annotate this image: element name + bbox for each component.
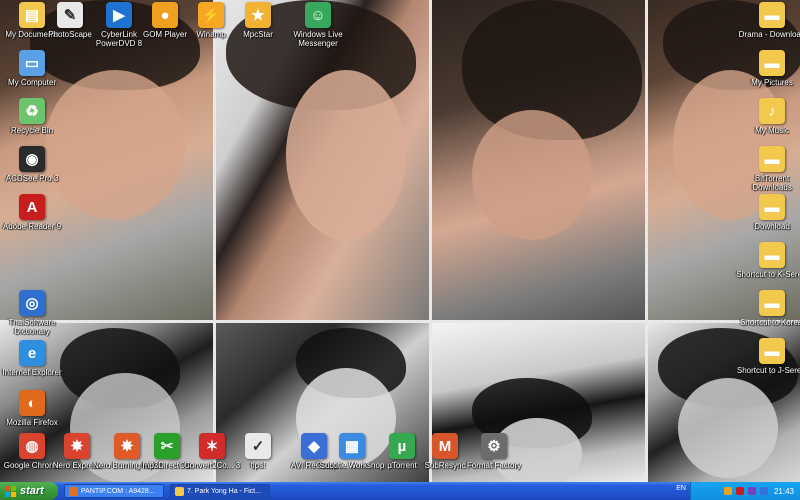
desktop-shortcut[interactable]: ▬ BitTorrent Downloads xyxy=(740,146,800,192)
chrome-icon: ◍ xyxy=(19,433,45,459)
desktop-shortcut-label: Download xyxy=(754,222,790,231)
desktop-shortcut-label: Drama - Download xyxy=(738,30,800,39)
clock[interactable]: 21:43 xyxy=(774,487,794,496)
desktop-shortcut[interactable]: A Adobe Reader 9 xyxy=(0,194,64,231)
gom-player-icon: ● xyxy=(152,2,178,28)
desktop-shortcut-label: Internet Explorer xyxy=(2,368,62,377)
language-indicator[interactable]: EN xyxy=(676,485,686,492)
folder-icon: ▬ xyxy=(759,2,785,28)
desktop-shortcut[interactable]: ▬ Shortcut to J-Sereis xyxy=(737,338,800,375)
folder-music-icon: ♪ xyxy=(759,98,785,124)
taskbar-button-folder[interactable]: 7. Park Yong Ha - Fict... xyxy=(170,484,270,498)
taskbar: start PANTIP.COM : A9428... 7. Park Yong… xyxy=(0,482,800,500)
messenger-icon: ☺ xyxy=(305,2,331,28)
desktop-shortcut[interactable]: ▭ My Computer xyxy=(0,50,64,87)
desktop-shortcut[interactable]: ☺ Windows Live Messenger xyxy=(286,2,350,48)
wallpaper-photo-3 xyxy=(432,0,645,320)
desktop-shortcut[interactable]: ♪ My Music xyxy=(740,98,800,135)
converter-icon: ✶ xyxy=(199,433,225,459)
winamp-icon: ⚡ xyxy=(198,2,224,28)
desktop-shortcut[interactable]: ⚙ Format Factory xyxy=(462,433,526,470)
folder-icon xyxy=(175,486,184,496)
tray-app-icon[interactable] xyxy=(723,487,732,495)
tray-app-icon[interactable] xyxy=(735,487,744,495)
desktop-shortcut-label: Shortcut to K-Sereis xyxy=(736,270,800,279)
subresync-icon: M xyxy=(432,433,458,459)
taskbar-button-pantip[interactable]: PANTIP.COM : A9428... xyxy=(64,484,164,498)
adobe-reader-icon: A xyxy=(19,194,45,220)
tray-volume-icon[interactable] xyxy=(759,487,768,495)
desktop-shortcut[interactable]: ▬ My Pictures xyxy=(740,50,800,87)
desktop-shortcut-label: Shortcut to J-Sereis xyxy=(736,366,800,375)
mp3directcut-icon: ✂ xyxy=(154,433,180,459)
acdsee-icon: ◉ xyxy=(19,146,45,172)
desktop-shortcut-label: BitTorrent Downloads xyxy=(752,174,792,192)
desktop-shortcut[interactable]: ◐ Mozilla Firefox xyxy=(0,390,64,427)
start-button[interactable]: start xyxy=(0,482,58,500)
windows-logo-icon xyxy=(5,485,16,497)
desktop-shortcut[interactable]: ▬ Shortcut to Koreal xyxy=(740,290,800,327)
recycle-bin-icon: ♻ xyxy=(19,98,45,124)
tips-icon: ✓ xyxy=(245,433,271,459)
desktop-shortcut[interactable]: ◎ ThaiSoftware Dictionary xyxy=(0,290,64,336)
folder-pictures-icon: ▬ xyxy=(759,50,785,76)
mpcstar-icon: ★ xyxy=(245,2,271,28)
tray-app-icon[interactable] xyxy=(747,487,756,495)
task-label: PANTIP.COM : A9428... xyxy=(81,487,155,495)
internet-explorer-icon: e xyxy=(19,340,45,366)
folder-icon: ▬ xyxy=(759,194,785,220)
powerdvd-icon: ▶ xyxy=(106,2,132,28)
desktop-shortcut-label: ACDSee Pro 3 xyxy=(5,174,59,183)
desktop-shortcut-label: Mozilla Firefox xyxy=(6,418,58,427)
desktop-shortcut-label: My Computer xyxy=(7,78,56,87)
desktop-shortcut[interactable]: ♻ Recycle Bin xyxy=(0,98,64,135)
desktop-shortcut[interactable]: ▬ Drama - Download xyxy=(739,2,800,39)
folder-shortcut-icon: ▬ xyxy=(759,338,785,364)
dictionary-icon: ◎ xyxy=(19,290,45,316)
desktop-shortcut-label: My Music xyxy=(755,126,789,135)
folder-shortcut-icon: ▬ xyxy=(759,290,785,316)
utorrent-icon: µ xyxy=(389,433,415,459)
desktop-shortcut-label: ThaiSoftware Dictionary xyxy=(8,318,56,336)
folder-icon: ▬ xyxy=(759,146,785,172)
subtitle-workshop-icon: ▦ xyxy=(339,433,365,459)
format-factory-icon: ⚙ xyxy=(481,433,507,459)
task-label: 7. Park Yong Ha - Fict... xyxy=(187,487,261,495)
desktop-shortcut-label: Shortcut to Koreal xyxy=(739,318,800,327)
desktop-shortcut[interactable]: e Internet Explorer xyxy=(0,340,64,377)
desktop-shortcut[interactable]: ▬ Download xyxy=(740,194,800,231)
photoscape-icon: ✎ xyxy=(57,2,83,28)
desktop-shortcut[interactable]: ◉ ACDSee Pro 3 xyxy=(0,146,64,183)
start-label: start xyxy=(20,485,44,497)
desktop-shortcut-label: Adobe Reader 9 xyxy=(2,222,62,231)
computer-icon: ▭ xyxy=(19,50,45,76)
nero-express-icon: ✸ xyxy=(64,433,90,459)
system-tray: 21:43 xyxy=(690,482,800,500)
desktop-wallpaper xyxy=(0,0,800,485)
desktop-shortcut[interactable]: ★ MpcStar xyxy=(226,2,290,39)
desktop-shortcut-label: Windows Live Messenger xyxy=(293,30,343,48)
firefox-icon: ◐ xyxy=(19,390,45,416)
desktop-shortcut-label: Recycle Bin xyxy=(10,126,54,135)
desktop-shortcut-label: Format Factory xyxy=(466,461,522,470)
desktop-shortcut-label: My Pictures xyxy=(751,78,793,87)
firefox-icon xyxy=(69,486,78,496)
wallpaper-photo-2 xyxy=(216,0,429,320)
desktop-shortcut[interactable]: ▬ Shortcut to K-Sereis xyxy=(736,242,800,279)
folder-shortcut-icon: ▬ xyxy=(759,242,785,268)
